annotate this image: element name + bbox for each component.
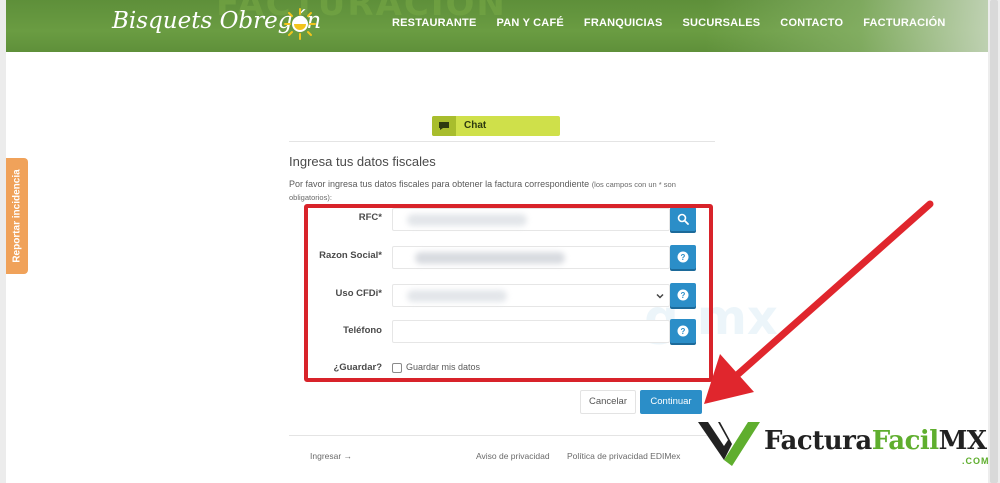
scrollbar[interactable] (988, 0, 1000, 483)
site-logo[interactable]: Bisquets Obregón (112, 6, 332, 46)
screenshot-frame: FACTURACION Bisquets Obregón RESTAURANTE (0, 0, 1000, 483)
arrow-icon (704, 200, 934, 404)
continue-button[interactable]: Continuar (640, 390, 702, 414)
form-description: Por favor ingresa tus datos fiscales par… (289, 178, 709, 204)
brand-mx: MX (938, 426, 987, 456)
chat-label: Chat (464, 120, 487, 131)
divider-bottom (289, 435, 715, 436)
highlight-box (304, 204, 713, 382)
footer-privacy-link[interactable]: Aviso de privacidad (476, 451, 550, 461)
footer-login-label: Ingresar (310, 451, 342, 461)
scrollbar-thumb[interactable] (990, 0, 998, 483)
chat-button[interactable]: Chat (432, 116, 560, 136)
footer-edimex-privacy-link[interactable]: Política de privacidad EDIMex (567, 451, 680, 461)
nav-restaurante[interactable]: RESTAURANTE (392, 17, 477, 29)
main-nav: RESTAURANTE PAN Y CAFÉ FRANQUICIAS SUCUR… (392, 17, 965, 29)
facturafacil-brand: FacturaFacilMX (764, 426, 987, 456)
facturafacil-logo-icon (698, 422, 760, 466)
form-description-text: Por favor ingresa tus datos fiscales par… (289, 179, 590, 189)
nav-contacto[interactable]: CONTACTO (780, 17, 843, 29)
chat-bubble-icon (439, 122, 449, 130)
brand-facil: Facil (871, 426, 939, 456)
report-incident-label: Reportar incidencia (11, 169, 23, 263)
nav-pan-y-cafe[interactable]: PAN Y CAFÉ (497, 17, 564, 29)
login-icon: → (343, 451, 353, 461)
footer-login-link[interactable]: Ingresar → (310, 451, 352, 461)
sun-icon (284, 8, 316, 40)
cancel-button[interactable]: Cancelar (580, 390, 636, 414)
facturafacilmx-watermark: FacturaFacilMX .COM (698, 418, 988, 470)
page: FACTURACION Bisquets Obregón RESTAURANTE (6, 0, 988, 483)
nav-sucursales[interactable]: SUCURSALES (683, 17, 761, 29)
form-title: Ingresa tus datos fiscales (289, 154, 436, 169)
report-incident-tab[interactable]: Reportar incidencia (6, 158, 28, 274)
brand-factura: Factura (764, 426, 872, 456)
brand-domain: .COM (962, 456, 988, 466)
site-header: FACTURACION Bisquets Obregón RESTAURANTE (6, 0, 988, 52)
chat-icon-box (432, 116, 456, 136)
nav-facturacion[interactable]: FACTURACIÓN (863, 17, 945, 29)
divider-top (289, 141, 715, 142)
nav-franquicias[interactable]: FRANQUICIAS (584, 17, 663, 29)
